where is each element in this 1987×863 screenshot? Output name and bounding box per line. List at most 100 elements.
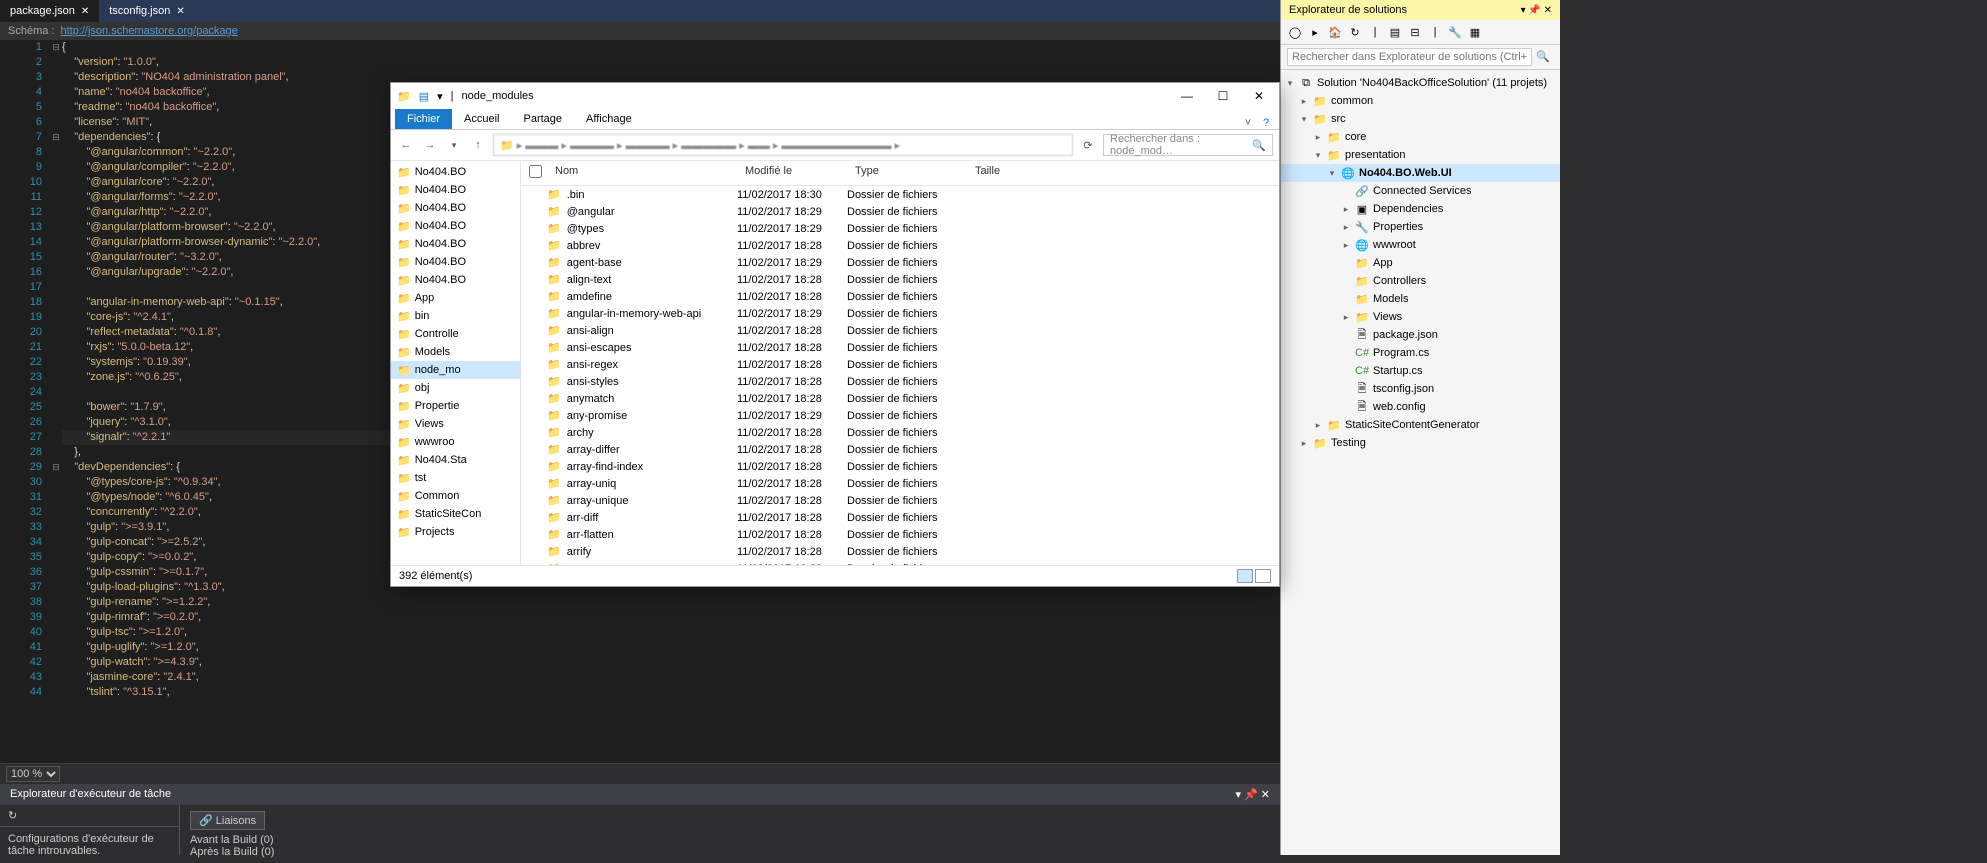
- tree-item[interactable]: 📁App: [1281, 254, 1560, 272]
- bindings-tab[interactable]: 🔗 Liaisons: [190, 811, 265, 830]
- quick-access-icon[interactable]: ▤: [419, 90, 429, 103]
- collapse-icon[interactable]: ⊟: [1407, 24, 1423, 40]
- nav-tree-item[interactable]: 📁Controlle: [391, 325, 520, 343]
- dropdown-icon[interactable]: ▾: [437, 90, 443, 103]
- search-icon[interactable]: 🔍: [1532, 48, 1554, 66]
- nav-tree-item[interactable]: 📁Propertie: [391, 397, 520, 415]
- file-row[interactable]: 📁any-promise11/02/2017 18:29Dossier de f…: [521, 407, 1279, 424]
- file-row[interactable]: 📁array-uniq11/02/2017 18:28Dossier de fi…: [521, 475, 1279, 492]
- tree-item[interactable]: C#Startup.cs: [1281, 362, 1560, 380]
- nav-tree-item[interactable]: 📁No404.BO: [391, 235, 520, 253]
- file-row[interactable]: 📁align-text11/02/2017 18:28Dossier de fi…: [521, 271, 1279, 288]
- sync-icon[interactable]: ↻: [1347, 24, 1363, 40]
- schema-url[interactable]: http://json.schemastore.org/package: [60, 25, 237, 37]
- nav-tree-item[interactable]: 📁tst: [391, 469, 520, 487]
- nav-tree-item[interactable]: 📁bin: [391, 307, 520, 325]
- column-headers[interactable]: Nom Modifié le Type Taille: [521, 161, 1279, 186]
- tree-item[interactable]: ▾🌐No404.BO.Web.UI: [1281, 164, 1560, 182]
- zoom-select[interactable]: 100 %: [6, 766, 60, 782]
- column-type[interactable]: Type: [847, 161, 967, 185]
- solution-root[interactable]: ▾ ⧉ Solution 'No404BackOfficeSolution' (…: [1281, 74, 1560, 92]
- tree-item[interactable]: 🗎tsconfig.json: [1281, 380, 1560, 398]
- tree-item[interactable]: ▸📁Views: [1281, 308, 1560, 326]
- file-row[interactable]: 📁array-find-index11/02/2017 18:28Dossier…: [521, 458, 1279, 475]
- nav-tree-item[interactable]: 📁No404.Sta: [391, 451, 520, 469]
- file-row[interactable]: 📁ansi-regex11/02/2017 18:28Dossier de fi…: [521, 356, 1279, 373]
- file-row[interactable]: 📁archy11/02/2017 18:28Dossier de fichier…: [521, 424, 1279, 441]
- file-row[interactable]: 📁ansi-styles11/02/2017 18:28Dossier de f…: [521, 373, 1279, 390]
- file-row[interactable]: 📁abbrev11/02/2017 18:28Dossier de fichie…: [521, 237, 1279, 254]
- nav-tree-item[interactable]: 📁App: [391, 289, 520, 307]
- explorer-nav-pane[interactable]: 📁No404.BO📁No404.BO📁No404.BO📁No404.BO📁No4…: [391, 161, 521, 565]
- explorer-file-list[interactable]: Nom Modifié le Type Taille 📁.bin11/02/20…: [521, 161, 1279, 565]
- file-row[interactable]: 📁arrify11/02/2017 18:28Dossier de fichie…: [521, 543, 1279, 560]
- nav-fwd-button[interactable]: →: [421, 139, 439, 151]
- solution-tree[interactable]: ▾ ⧉ Solution 'No404BackOfficeSolution' (…: [1281, 70, 1560, 855]
- refresh-icon[interactable]: ⟳: [1079, 139, 1097, 152]
- explorer-search[interactable]: Rechercher dans : node_mod… 🔍: [1103, 134, 1273, 156]
- ribbon-expand-icon[interactable]: ˅: [1239, 117, 1257, 129]
- nav-tree-item[interactable]: 📁wwwroo: [391, 433, 520, 451]
- file-row[interactable]: 📁@types11/02/2017 18:29Dossier de fichie…: [521, 220, 1279, 237]
- file-row[interactable]: 📁@angular11/02/2017 18:29Dossier de fich…: [521, 203, 1279, 220]
- tree-item[interactable]: ▸📁common: [1281, 92, 1560, 110]
- file-row[interactable]: 📁.bin11/02/2017 18:30Dossier de fichiers: [521, 186, 1279, 203]
- nav-tree-item[interactable]: 📁obj: [391, 379, 520, 397]
- file-row[interactable]: 📁arr-diff11/02/2017 18:28Dossier de fich…: [521, 509, 1279, 526]
- tree-item[interactable]: 🗎package.json: [1281, 326, 1560, 344]
- refresh-button[interactable]: ↻: [0, 805, 179, 827]
- tree-item[interactable]: 📁Controllers: [1281, 272, 1560, 290]
- tab-close-icon[interactable]: ✕: [176, 6, 184, 17]
- file-row[interactable]: 📁arr-flatten11/02/2017 18:28Dossier de f…: [521, 526, 1279, 543]
- maximize-button[interactable]: ☐: [1209, 89, 1237, 103]
- file-row[interactable]: 📁ansi-escapes11/02/2017 18:28Dossier de …: [521, 339, 1279, 356]
- file-row[interactable]: 📁agent-base11/02/2017 18:29Dossier de fi…: [521, 254, 1279, 271]
- nav-tree-item[interactable]: 📁No404.BO: [391, 163, 520, 181]
- view-mode-icons[interactable]: [1237, 569, 1271, 583]
- close-button[interactable]: ✕: [1245, 89, 1273, 103]
- show-all-icon[interactable]: ▤: [1387, 24, 1403, 40]
- view-icon[interactable]: ▦: [1467, 24, 1483, 40]
- file-row[interactable]: 📁array-unique11/02/2017 18:28Dossier de …: [521, 492, 1279, 509]
- nav-tree-item[interactable]: 📁Models: [391, 343, 520, 361]
- tree-item[interactable]: ▾📁src: [1281, 110, 1560, 128]
- nav-tree-item[interactable]: 📁Projects: [391, 523, 520, 541]
- fwd-icon[interactable]: ▸: [1307, 24, 1323, 40]
- nav-back-button[interactable]: ←: [397, 139, 415, 151]
- nav-tree-item[interactable]: 📁node_mo: [391, 361, 520, 379]
- editor-tab[interactable]: tsconfig.json✕: [99, 0, 195, 22]
- nav-tree-item[interactable]: 📁No404.BO: [391, 271, 520, 289]
- nav-dropdown-icon[interactable]: ▾: [445, 140, 463, 151]
- ribbon-tab[interactable]: Fichier: [395, 109, 452, 129]
- tree-item[interactable]: ▾📁presentation: [1281, 146, 1560, 164]
- tab-close-icon[interactable]: ✕: [81, 6, 89, 17]
- column-modified[interactable]: Modifié le: [737, 161, 847, 185]
- ribbon-tab[interactable]: Partage: [511, 109, 574, 129]
- ribbon-tab[interactable]: Accueil: [452, 109, 511, 129]
- nav-tree-item[interactable]: 📁No404.BO: [391, 253, 520, 271]
- tree-item[interactable]: 📁Models: [1281, 290, 1560, 308]
- file-row[interactable]: 📁amdefine11/02/2017 18:28Dossier de fich…: [521, 288, 1279, 305]
- tree-item[interactable]: 🗎web.config: [1281, 398, 1560, 416]
- nav-tree-item[interactable]: 📁Common: [391, 487, 520, 505]
- tree-item[interactable]: ▸🌐wwwroot: [1281, 236, 1560, 254]
- file-row[interactable]: 📁ansi-align11/02/2017 18:28Dossier de fi…: [521, 322, 1279, 339]
- file-row[interactable]: 📁anymatch11/02/2017 18:28Dossier de fich…: [521, 390, 1279, 407]
- tree-item[interactable]: 🔗Connected Services: [1281, 182, 1560, 200]
- help-icon[interactable]: ?: [1257, 117, 1275, 129]
- home-icon[interactable]: 🏠: [1327, 24, 1343, 40]
- file-row[interactable]: 📁array-differ11/02/2017 18:28Dossier de …: [521, 441, 1279, 458]
- tree-item[interactable]: ▸📁Testing: [1281, 434, 1560, 452]
- editor-tab[interactable]: package.json✕: [0, 0, 99, 22]
- file-row[interactable]: 📁angular-in-memory-web-api11/02/2017 18:…: [521, 305, 1279, 322]
- solution-toolbar[interactable]: ◯ ▸ 🏠 ↻ | ▤ ⊟ | 🔧 ▦: [1281, 20, 1560, 45]
- column-name[interactable]: Nom: [547, 161, 737, 185]
- nav-tree-item[interactable]: 📁No404.BO: [391, 199, 520, 217]
- nav-tree-item[interactable]: 📁No404.BO: [391, 217, 520, 235]
- solution-search-input[interactable]: [1287, 48, 1532, 66]
- nav-tree-item[interactable]: 📁StaticSiteCon: [391, 505, 520, 523]
- minimize-button[interactable]: —: [1173, 89, 1201, 103]
- tree-item[interactable]: ▸▣Dependencies: [1281, 200, 1560, 218]
- ribbon-tab[interactable]: Affichage: [574, 109, 644, 129]
- column-size[interactable]: Taille: [967, 161, 1027, 185]
